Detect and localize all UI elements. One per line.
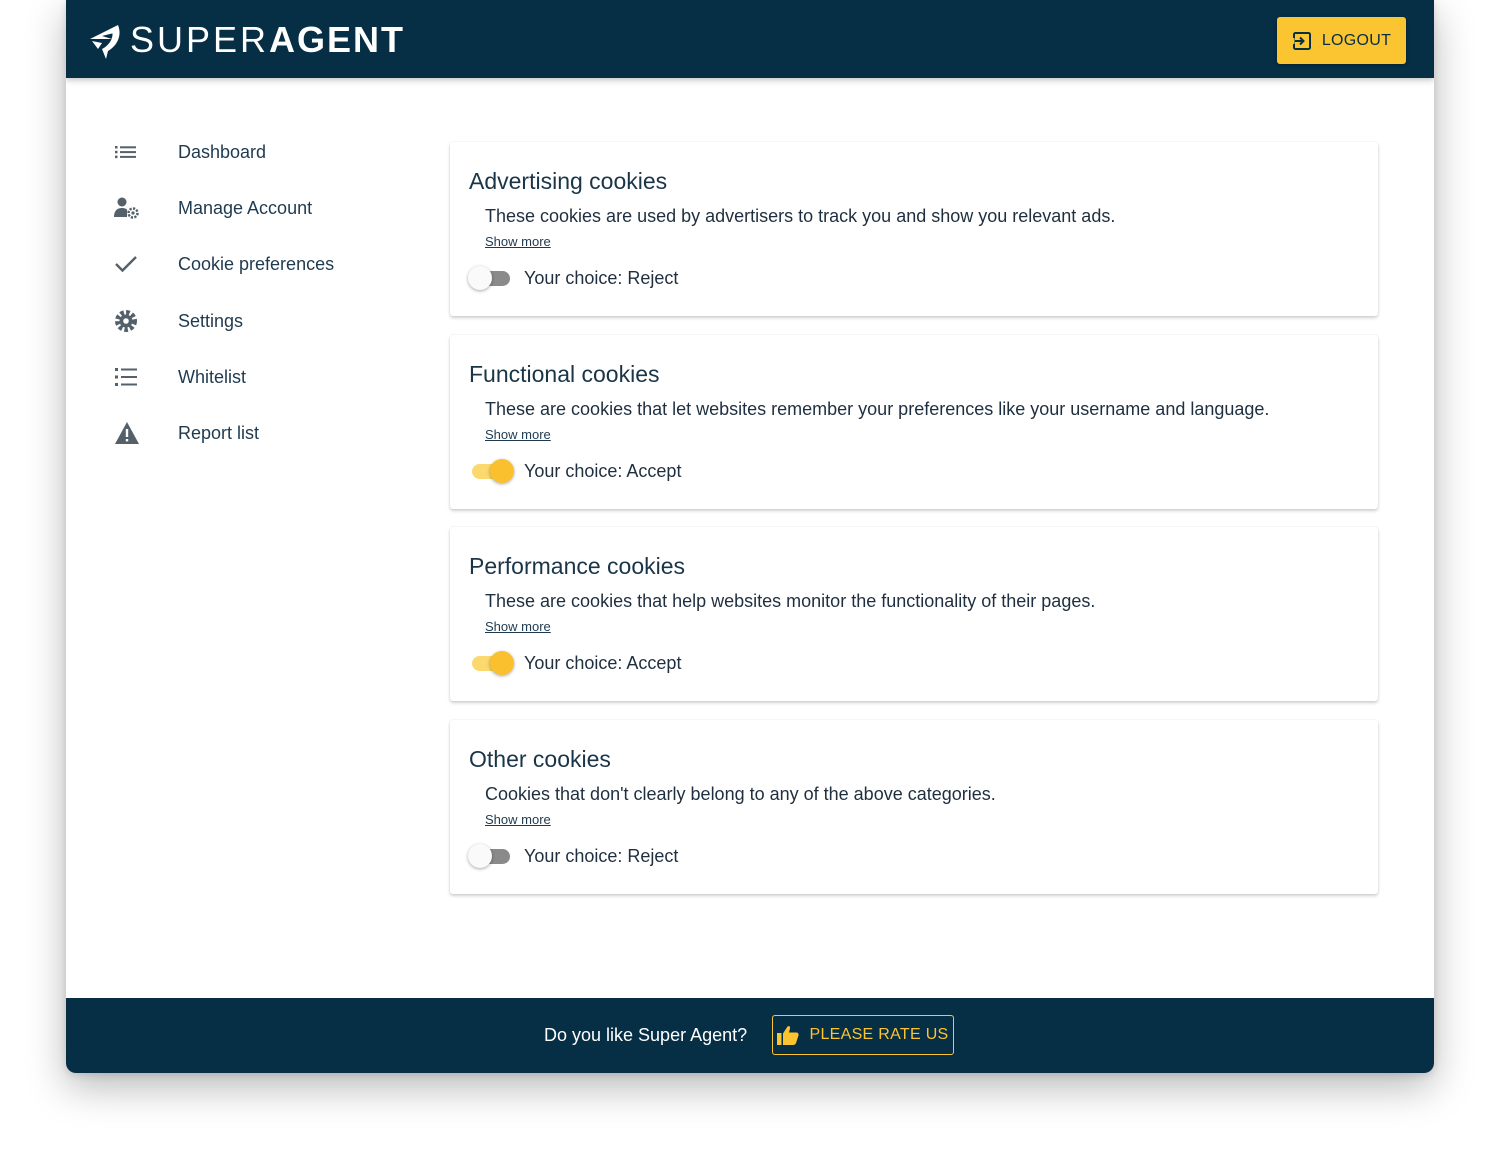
sidebar-item-label: Dashboard	[178, 141, 267, 162]
gear-icon	[96, 309, 158, 333]
sidebar-item-label: Settings	[178, 310, 244, 331]
card-description: These are cookies that help websites mon…	[485, 591, 1096, 611]
cookie-card-functional: Functional cookies These are cookies tha…	[450, 335, 1378, 509]
sidebar-item-label: Report list	[178, 422, 260, 443]
logo-text-light: SUPER	[130, 19, 270, 60]
list-icon	[96, 143, 158, 161]
logout-icon	[1291, 31, 1311, 50]
logout-button[interactable]: LOGOUT	[1277, 17, 1406, 64]
sidebar-item-label: Manage Account	[178, 197, 313, 218]
app-header: SUPERAGENT LOGOUT	[66, 0, 1434, 78]
cookie-toggle[interactable]	[468, 457, 514, 485]
superagent-logo-icon	[90, 25, 120, 59]
sidebar-item-manage-account[interactable]: Manage Account	[96, 186, 396, 230]
card-title: Advertising cookies	[469, 168, 668, 194]
toggle-knob	[468, 844, 492, 868]
choice-label: Your choice: Reject	[524, 846, 679, 866]
toggle-knob	[490, 459, 514, 483]
choice-label: Your choice: Accept	[524, 653, 682, 673]
app-window: SUPERAGENT LOGOUT Dashboard Manage Accou…	[66, 0, 1434, 1073]
user-gear-icon	[96, 196, 158, 220]
cookie-card-advertising: Advertising cookies These cookies are us…	[450, 142, 1378, 316]
card-description: Cookies that don't clearly belong to any…	[485, 784, 996, 804]
check-icon	[96, 254, 158, 274]
sidebar-item-settings[interactable]: Settings	[96, 299, 396, 343]
card-title: Functional cookies	[469, 361, 660, 387]
choice-label: Your choice: Accept	[524, 461, 682, 481]
cookie-toggle[interactable]	[468, 649, 514, 677]
thumbs-up-icon	[777, 1026, 800, 1045]
show-more-link[interactable]: Show more	[485, 619, 551, 634]
logo: SUPERAGENT	[88, 20, 405, 60]
show-more-link[interactable]: Show more	[485, 812, 551, 827]
sidebar-item-label: Cookie preferences	[178, 253, 335, 274]
card-description: These cookies are used by advertisers to…	[485, 206, 1116, 226]
cookie-toggle[interactable]	[468, 264, 514, 292]
warning-icon	[96, 421, 158, 445]
app-footer: Do you like Super Agent? PLEASE RATE US	[66, 998, 1434, 1073]
rate-question: Do you like Super Agent?	[544, 1025, 748, 1045]
cookie-card-performance: Performance cookies These are cookies th…	[450, 527, 1378, 701]
logo-text-bold: AGENT	[269, 19, 406, 60]
sidebar-item-cookie-preferences[interactable]: Cookie preferences	[96, 242, 396, 286]
rate-us-button[interactable]: PLEASE RATE US	[772, 1015, 954, 1055]
sidebar-item-whitelist[interactable]: Whitelist	[96, 355, 396, 399]
sidebar-item-report-list[interactable]: Report list	[96, 411, 396, 455]
rate-us-label: PLEASE RATE US	[809, 1026, 949, 1043]
cookie-card-other: Other cookies Cookies that don't clearly…	[450, 720, 1378, 894]
toggle-knob	[490, 651, 514, 675]
card-description: These are cookies that let websites reme…	[485, 399, 1270, 419]
show-more-link[interactable]: Show more	[485, 427, 551, 442]
toggle-knob	[468, 266, 492, 290]
logo-text: SUPERAGENT	[130, 20, 405, 60]
sidebar-item-label: Whitelist	[178, 366, 247, 387]
card-title: Performance cookies	[469, 553, 686, 579]
logout-label: LOGOUT	[1321, 31, 1392, 49]
show-more-link[interactable]: Show more	[485, 234, 551, 249]
sidebar-item-dashboard[interactable]: Dashboard	[96, 130, 396, 174]
numbered-list-icon	[96, 366, 158, 388]
card-title: Other cookies	[469, 746, 611, 772]
cookie-toggle[interactable]	[468, 842, 514, 870]
choice-label: Your choice: Reject	[524, 268, 679, 288]
